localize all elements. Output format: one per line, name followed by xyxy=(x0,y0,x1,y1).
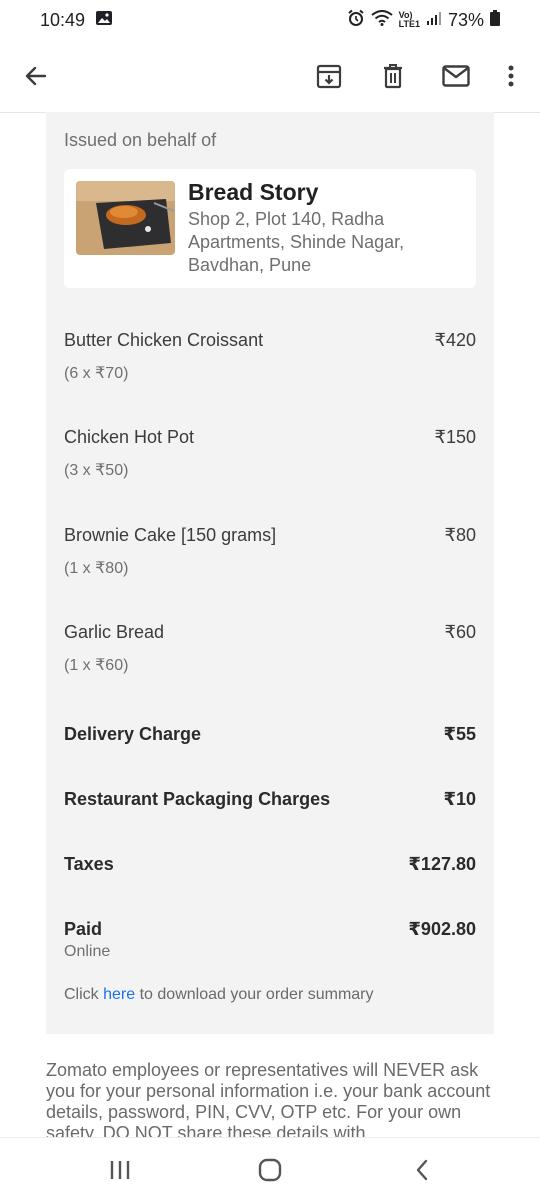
item-quantity: (1 x ₹60) xyxy=(64,657,129,674)
item-price: ₹60 xyxy=(444,622,476,642)
email-body[interactable]: Issued on behalf of Bread Story Shop 2, … xyxy=(0,112,540,1137)
status-bar: 10:49 Vo) LTE1 73% xyxy=(0,0,540,40)
more-vert-icon[interactable] xyxy=(495,60,527,92)
restaurant-name: Bread Story xyxy=(188,179,319,205)
item-name: Garlic Bread xyxy=(64,622,165,642)
back-icon[interactable] xyxy=(406,1154,438,1186)
issued-on-behalf-label: Issued on behalf of xyxy=(64,130,217,150)
alarm-icon xyxy=(347,9,365,32)
recent-apps-icon[interactable] xyxy=(104,1154,136,1186)
summary-prefix: Click xyxy=(64,986,99,1003)
item-price: ₹420 xyxy=(434,330,476,350)
delivery-charge-value: ₹55 xyxy=(443,724,476,744)
paid-label: Paid xyxy=(64,919,103,939)
archive-icon[interactable] xyxy=(313,60,345,92)
item-name: Butter Chicken Croissant xyxy=(64,330,264,350)
battery-icon xyxy=(490,9,500,31)
delivery-charge-label: Delivery Charge xyxy=(64,724,202,744)
status-time: 10:49 xyxy=(40,9,86,30)
item-quantity: (3 x ₹50) xyxy=(64,462,129,479)
signal-icon xyxy=(426,10,442,31)
back-arrow-icon[interactable] xyxy=(20,60,52,92)
payment-method: Online xyxy=(64,943,111,960)
item-name: Brownie Cake [150 grams] xyxy=(64,525,277,545)
item-price: ₹80 xyxy=(444,525,476,545)
item-quantity: (1 x ₹80) xyxy=(64,560,129,577)
system-nav-bar xyxy=(0,1137,540,1201)
download-summary-link[interactable]: here xyxy=(103,986,135,1003)
packaging-charges-label: Restaurant Packaging Charges xyxy=(64,789,331,809)
taxes-label: Taxes xyxy=(64,854,114,874)
taxes-value: ₹127.80 xyxy=(408,854,476,874)
item-name: Chicken Hot Pot xyxy=(64,427,195,447)
paid-value: ₹902.80 xyxy=(408,919,476,939)
app-toolbar xyxy=(0,40,540,113)
restaurant-photo xyxy=(76,181,175,255)
delete-icon[interactable] xyxy=(377,60,409,92)
home-icon[interactable] xyxy=(254,1154,286,1186)
mail-icon[interactable] xyxy=(440,60,472,92)
packaging-charges-value: ₹10 xyxy=(443,789,476,809)
battery-percent: 73% xyxy=(447,9,484,30)
restaurant-address: Shop 2, Plot 140, Radha Apartments, Shin… xyxy=(188,209,405,275)
item-quantity: (6 x ₹70) xyxy=(64,365,129,382)
security-disclaimer: Zomato employees or representatives will… xyxy=(46,1060,491,1137)
wifi-icon xyxy=(371,9,393,31)
volte-icon: Vo) LTE1 xyxy=(398,10,420,29)
gallery-icon xyxy=(95,10,113,31)
order-summary-line: Click here to download your order summar… xyxy=(64,986,374,1004)
summary-suffix: to download your order summary xyxy=(139,986,374,1003)
restaurant-info: Bread Story Shop 2, Plot 140, Radha Apar… xyxy=(64,169,476,288)
order-receipt-card: Issued on behalf of Bread Story Shop 2, … xyxy=(46,112,494,1034)
item-price: ₹150 xyxy=(434,427,476,447)
